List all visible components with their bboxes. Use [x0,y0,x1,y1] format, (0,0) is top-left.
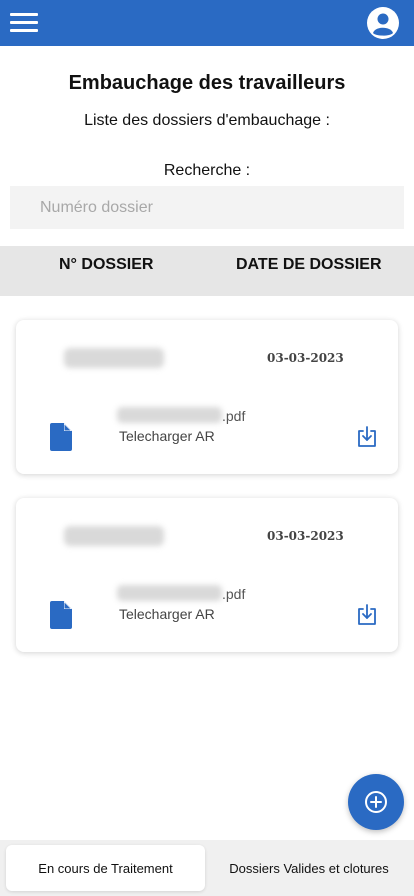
top-app-bar [0,0,414,46]
dossier-number-redacted [64,526,164,546]
download-icon[interactable] [356,426,378,448]
dossier-number-redacted [64,348,164,368]
page-title: Embauchage des travailleurs [68,72,346,94]
dossier-date: 03-03-2023 [267,351,344,365]
dossier-date: 03-03-2023 [267,529,344,543]
download-icon[interactable] [356,604,378,626]
document-icon [50,601,72,629]
tab-dossiers-valides[interactable]: Dossiers Valides et clotures [209,845,409,891]
filename-redacted [117,585,222,601]
account-circle-icon[interactable] [366,6,400,40]
column-header-numero: N° DOSSIER [59,256,154,273]
column-header-date: DATE DE DOSSIER [236,256,382,273]
tab-en-cours[interactable]: En cours de Traitement [6,845,205,891]
table-header: N° DOSSIER DATE DE DOSSIER [0,246,414,296]
download-label[interactable]: Telecharger AR [119,428,215,444]
dossier-card[interactable]: 03-03-2023 .pdf Telecharger AR [16,320,398,474]
download-label[interactable]: Telecharger AR [119,606,215,622]
hamburger-menu-icon[interactable] [10,13,38,33]
document-icon [50,423,72,451]
search-input[interactable] [10,186,404,229]
add-circle-icon [365,791,387,813]
dossier-card[interactable]: 03-03-2023 .pdf Telecharger AR [16,498,398,652]
file-extension: .pdf [222,408,246,424]
file-extension: .pdf [222,586,246,602]
page-subtitle: Liste des dossiers d'embauchage : [84,112,330,129]
bottom-tab-bar: En cours de Traitement Dossiers Valides … [0,840,414,896]
add-dossier-button[interactable] [348,774,404,830]
filename-redacted [117,407,222,423]
search-label: Recherche : [163,162,251,179]
